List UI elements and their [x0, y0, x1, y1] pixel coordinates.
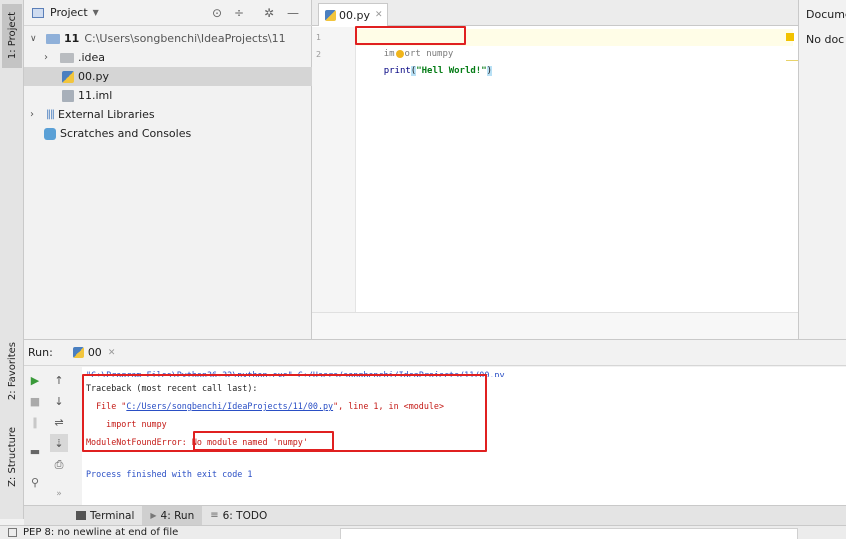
- project-view-icon: [32, 7, 44, 18]
- print-icon[interactable]: ⎙: [50, 456, 68, 474]
- documentation-title: Docume: [806, 8, 846, 21]
- console-process-finished: Process finished with exit code 1: [86, 469, 253, 479]
- terminal-icon: [76, 511, 86, 520]
- tool-tab-terminal[interactable]: Terminal: [68, 506, 142, 526]
- chevron-down-icon: ▼: [92, 8, 99, 17]
- tool-tab-run-label: 4: Run: [160, 509, 195, 522]
- documentation-panel: Docume No doc: [798, 0, 846, 339]
- line-number-gutter: 1 2: [312, 27, 356, 312]
- project-view-label: Project: [50, 6, 88, 19]
- editor-tab-label: 00.py: [339, 8, 370, 22]
- locate-icon[interactable]: ⊙: [212, 6, 222, 20]
- highlight-box-import: [355, 26, 466, 45]
- run-tab-label: 00: [87, 346, 102, 359]
- project-panel-header: Project ▼ ⊙ ÷ ✲ —: [24, 0, 312, 26]
- folder-icon: [60, 52, 74, 63]
- chevron-right-icon[interactable]: ›: [30, 109, 42, 120]
- tool-tab-favorites-label: 2: Favorites: [6, 341, 18, 401]
- python-file-icon: [325, 9, 336, 21]
- chevron-right-icon[interactable]: ›: [44, 52, 56, 63]
- tool-tab-structure-label: Z: Structure: [6, 427, 18, 487]
- soft-wrap-icon[interactable]: ⇌: [50, 413, 68, 431]
- libraries-icon: ‖‖: [46, 109, 55, 120]
- line-number: 2: [316, 50, 322, 59]
- code-token-builtin: print: [383, 66, 411, 76]
- editor-area: 00.py ✕ 1 2 im ort numpy print("Hell Worl…: [312, 0, 798, 339]
- tree-item-name: .idea: [78, 51, 106, 64]
- project-view-selector[interactable]: Project ▼: [50, 6, 99, 19]
- tool-tab-todo[interactable]: ≡ 6: TODO: [202, 506, 275, 526]
- stop-icon[interactable]: ■: [26, 392, 44, 410]
- editor-bottom-area: [312, 312, 798, 339]
- tool-tab-run[interactable]: ▶ 4: Run: [142, 505, 203, 526]
- tree-item-name: 11.iml: [78, 89, 113, 102]
- pause-icon[interactable]: ∥: [26, 413, 44, 431]
- tree-item-scratches[interactable]: Scratches and Consoles: [24, 124, 312, 143]
- close-icon[interactable]: ✕: [375, 10, 383, 20]
- editor-tab-bar: 00.py ✕: [312, 0, 798, 26]
- code-token-string: "Hell World!": [416, 66, 487, 76]
- list-icon: ≡: [210, 510, 219, 521]
- documentation-body: No doc: [806, 33, 845, 46]
- rerun-icon[interactable]: ▶: [26, 371, 44, 389]
- highlight-box-error-message: [193, 431, 334, 451]
- chevron-down-icon[interactable]: ∨: [30, 34, 42, 44]
- tree-item-11-iml[interactable]: 11.iml: [24, 86, 312, 105]
- scroll-down-icon[interactable]: ↓: [50, 392, 68, 410]
- code-token-paren: ): [486, 66, 493, 76]
- tool-tab-structure[interactable]: Z: Structure: [2, 418, 22, 496]
- status-overlay: [340, 528, 798, 539]
- hide-panel-icon[interactable]: —: [287, 6, 299, 20]
- scroll-to-end-icon[interactable]: ⇣: [50, 434, 68, 452]
- right-margin-line: [786, 60, 798, 61]
- play-icon: ▶: [150, 511, 157, 520]
- run-label: Run:: [28, 346, 53, 359]
- tree-item-project-root[interactable]: ∨ 11 C:\Users\songbenchi\IdeaProjects\11: [24, 29, 312, 48]
- scratches-icon: [44, 127, 56, 140]
- python-file-icon: [72, 347, 84, 358]
- status-message: PEP 8: no newline at end of file: [23, 527, 179, 538]
- tree-item-name: 00.py: [78, 70, 109, 83]
- run-panel-header: Run: 00 ✕: [24, 340, 846, 366]
- tool-tab-project[interactable]: 1: Project: [2, 4, 22, 68]
- warning-marker-icon[interactable]: [786, 33, 794, 41]
- line-number: 1: [316, 33, 322, 42]
- gear-icon[interactable]: ✲: [264, 6, 274, 20]
- tool-tab-favorites[interactable]: 2: Favorites: [2, 330, 22, 412]
- tree-item-00-py[interactable]: 00.py: [24, 67, 312, 86]
- tree-item-name: External Libraries: [58, 108, 155, 121]
- project-panel: Project ▼ ⊙ ÷ ✲ — ∨ 11 C:\Users\songbenc…: [24, 0, 312, 339]
- python-file-icon: [62, 70, 74, 83]
- tool-tab-project-label: 1: Project: [6, 12, 18, 60]
- tree-item-name: Scratches and Consoles: [60, 127, 192, 140]
- tree-item-name: 11: [64, 32, 80, 45]
- run-tab[interactable]: 00 ✕: [72, 346, 116, 359]
- scroll-up-icon[interactable]: ↑: [50, 371, 68, 389]
- collapse-all-icon[interactable]: ÷: [234, 6, 244, 20]
- left-tool-strip: 1: Project 2: Favorites Z: Structure: [0, 0, 24, 519]
- module-file-icon: [62, 89, 74, 102]
- more-icon[interactable]: »: [50, 485, 68, 503]
- tree-item-idea[interactable]: › .idea: [24, 48, 312, 67]
- status-toggle-icon[interactable]: [8, 528, 17, 537]
- tool-tab-todo-label: 6: TODO: [222, 509, 268, 522]
- editor-tab-00-py[interactable]: 00.py ✕: [318, 3, 388, 26]
- tree-item-path: C:\Users\songbenchi\IdeaProjects\11: [84, 32, 286, 45]
- tool-tab-terminal-label: Terminal: [90, 509, 135, 522]
- code-line-2[interactable]: print("Hell World!"): [362, 46, 493, 76]
- close-icon[interactable]: ✕: [108, 348, 116, 358]
- folder-icon: [46, 33, 60, 44]
- layout-icon[interactable]: ▬: [26, 442, 44, 460]
- pin-icon[interactable]: ⚲: [26, 473, 44, 491]
- bottom-tool-tabs: Terminal ▶ 4: Run ≡ 6: TODO: [24, 505, 846, 526]
- tree-item-external-libraries[interactable]: › ‖‖ External Libraries: [24, 105, 312, 124]
